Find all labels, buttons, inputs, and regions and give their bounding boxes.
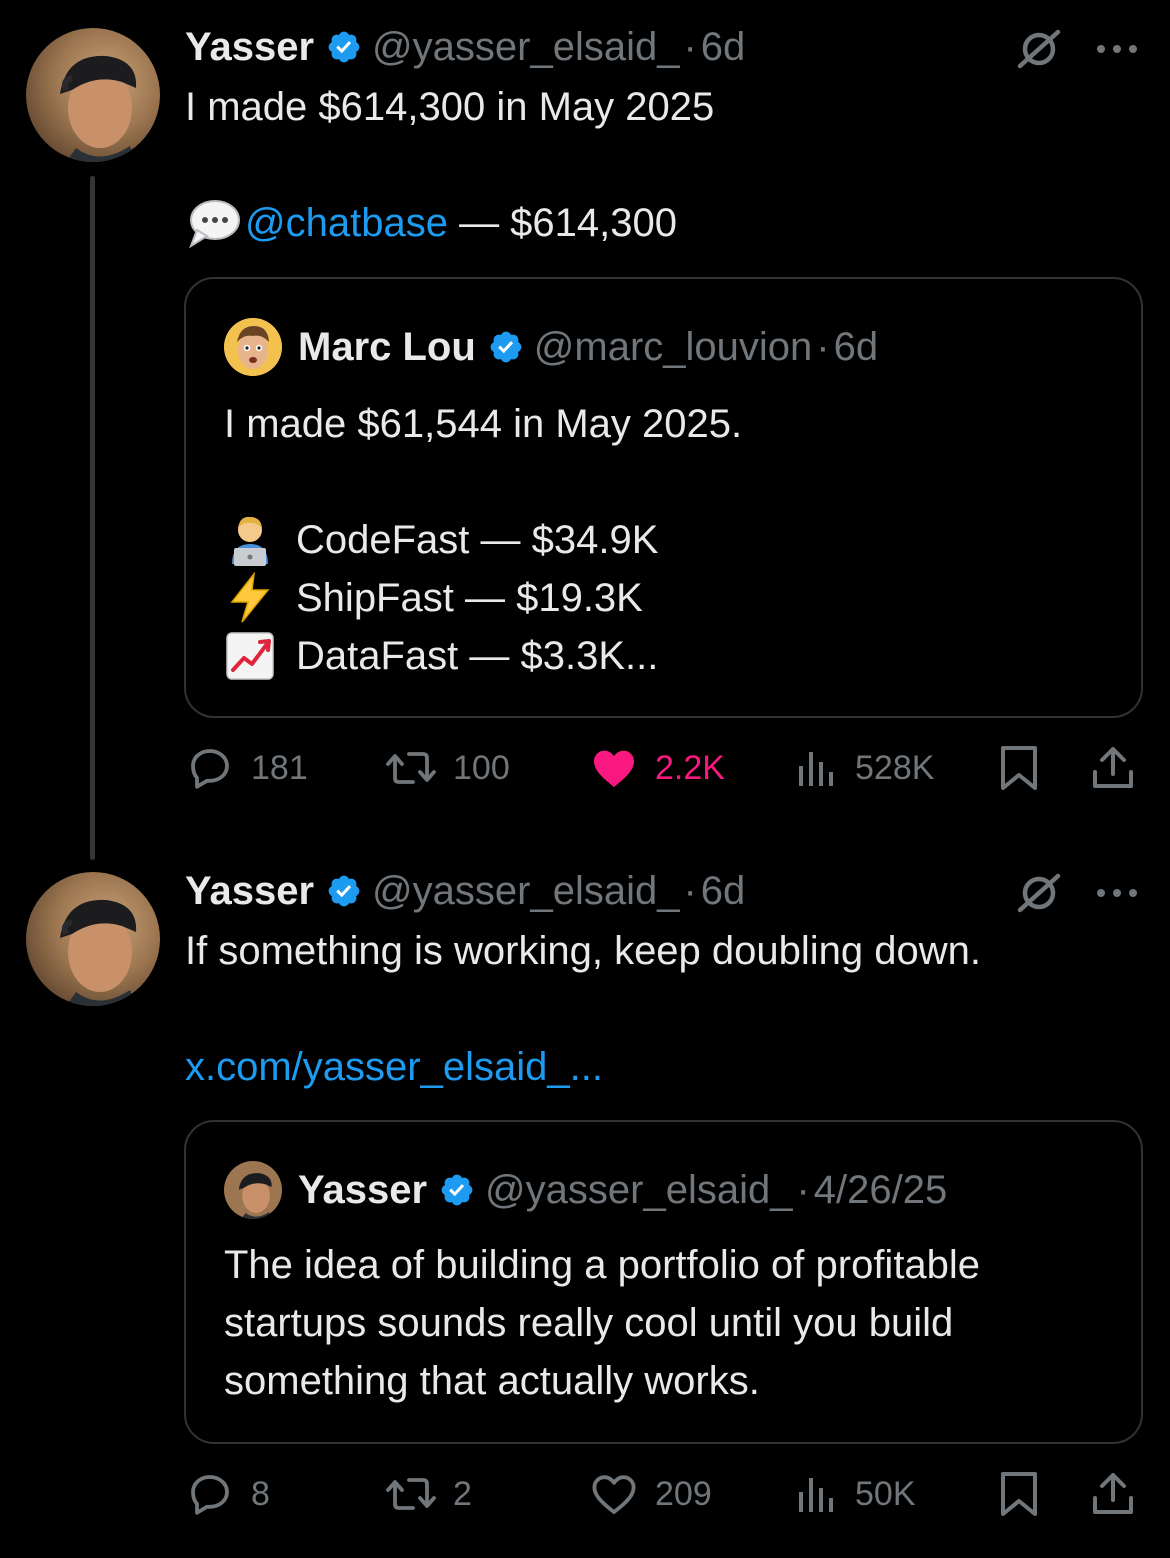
- reply-count: 181: [251, 748, 308, 787]
- tweet-text-rest: — $614,300: [447, 201, 678, 245]
- like-button[interactable]: 2.2K: [589, 738, 725, 798]
- timeline: Yasser @yasser_elsaid_ · 6d I made $614,…: [0, 0, 1170, 1558]
- separator-dot: ·: [683, 24, 697, 69]
- quoted-avatar: [224, 318, 282, 376]
- reply-button[interactable]: 8: [187, 1464, 270, 1524]
- reply-button[interactable]: 181: [187, 738, 308, 798]
- thread-line: [90, 176, 95, 860]
- tweet-actions: 8 2 209 50K: [185, 1464, 1145, 1524]
- author-handle[interactable]: @yasser_elsaid_: [372, 869, 679, 914]
- bookmark-icon: [1001, 1472, 1037, 1516]
- list-item-text: ShipFast — $19.3K: [296, 576, 643, 620]
- quoted-text-line: startups sounds really cool until you bu…: [224, 1301, 954, 1345]
- quoted-tweet-time[interactable]: 4/26/25: [814, 1168, 947, 1213]
- repost-button[interactable]: 100: [385, 738, 510, 798]
- author-name[interactable]: Yasser: [185, 869, 314, 914]
- grok-icon[interactable]: [1014, 24, 1064, 74]
- quoted-tweet-header: Yasser @yasser_elsaid_ · 4/26/25: [224, 1160, 947, 1220]
- heart-filled-icon: [594, 750, 634, 787]
- repost-count: 100: [453, 748, 510, 787]
- quoted-tweet-time[interactable]: 6d: [834, 325, 879, 370]
- quoted-text-line: I made $61,544 in May 2025.: [224, 402, 743, 446]
- list-item: ShipFast — $19.3K: [224, 569, 742, 627]
- views-icon: [799, 752, 833, 786]
- share-icon: [1093, 1473, 1133, 1514]
- quoted-tweet[interactable]: Yasser @yasser_elsaid_ · 4/26/25 The ide…: [184, 1120, 1143, 1444]
- reply-icon: [191, 749, 229, 789]
- tweet-header: Yasser @yasser_elsaid_ · 6d: [185, 866, 745, 916]
- share-icon: [1093, 747, 1133, 788]
- technologist-emoji: [232, 516, 268, 566]
- quoted-tweet[interactable]: Marc Lou @marc_louvion · 6d I made $61,5…: [184, 277, 1143, 718]
- heart-outline-icon: [592, 1475, 636, 1514]
- repost-button[interactable]: 2: [385, 1464, 472, 1524]
- views-button[interactable]: 528K: [795, 738, 934, 798]
- verified-badge-icon: [441, 1174, 473, 1206]
- repost-icon: [386, 1478, 436, 1510]
- avatar[interactable]: [26, 872, 160, 1006]
- tweet-actions: 181 100 2.2K 528K: [185, 738, 1145, 798]
- quoted-author-name[interactable]: Yasser: [298, 1168, 427, 1213]
- chart-increasing-emoji: [226, 632, 274, 680]
- reply-icon: [191, 1475, 229, 1515]
- quoted-avatar: [224, 1161, 282, 1219]
- more-options-icon[interactable]: [1094, 886, 1140, 900]
- grok-icon[interactable]: [1014, 868, 1064, 918]
- share-button[interactable]: [1089, 738, 1153, 798]
- quoted-tweet-header: Marc Lou @marc_louvion · 6d: [224, 317, 878, 377]
- quoted-text-line: The idea of building a portfolio of prof…: [224, 1243, 981, 1287]
- separator-dot: ·: [683, 868, 697, 913]
- verified-badge-icon: [328, 31, 360, 63]
- bookmark-button[interactable]: [997, 1464, 1057, 1524]
- quoted-author-name[interactable]: Marc Lou: [298, 325, 476, 370]
- tweet-header: Yasser @yasser_elsaid_ · 6d: [185, 22, 745, 72]
- bookmark-icon: [1001, 746, 1037, 790]
- views-icon: [799, 1478, 833, 1512]
- reply-count: 8: [251, 1474, 270, 1513]
- view-count: 528K: [855, 748, 935, 787]
- list-item: CodeFast — $34.9K: [224, 511, 742, 569]
- share-button[interactable]: [1089, 1464, 1153, 1524]
- tweet-text-line: If something is working, keep doubling d…: [185, 929, 982, 973]
- repost-count: 2: [453, 1474, 472, 1513]
- quoted-author-handle[interactable]: @marc_louvion: [534, 325, 813, 370]
- view-count: 50K: [855, 1474, 916, 1513]
- verified-badge-icon: [490, 331, 522, 363]
- tweet-text: If something is working, keep doubling d…: [185, 922, 981, 1096]
- quoted-tweet-text: The idea of building a portfolio of prof…: [224, 1236, 980, 1410]
- tweet-text-line: I made $614,300 in May 2025: [185, 85, 715, 129]
- tweet-time[interactable]: 6d: [701, 25, 746, 70]
- like-button[interactable]: 209: [589, 1464, 712, 1524]
- tweet[interactable]: Yasser @yasser_elsaid_ · 6d If something…: [0, 860, 1170, 1558]
- tweet[interactable]: Yasser @yasser_elsaid_ · 6d I made $614,…: [0, 0, 1170, 860]
- tweet-time[interactable]: 6d: [701, 869, 746, 914]
- quoted-author-handle[interactable]: @yasser_elsaid_: [485, 1168, 792, 1213]
- author-handle[interactable]: @yasser_elsaid_: [372, 25, 679, 70]
- list-item-text: CodeFast — $34.9K: [296, 518, 659, 562]
- avatar[interactable]: [26, 28, 160, 162]
- repost-icon: [386, 752, 436, 784]
- list-item: DataFast — $3.3K...: [224, 627, 742, 685]
- quoted-tweet-text: I made $61,544 in May 2025. CodeFast — $…: [224, 395, 742, 685]
- bookmark-button[interactable]: [997, 738, 1057, 798]
- list-item-text: DataFast — $3.3K...: [296, 634, 659, 678]
- verified-badge-icon: [328, 875, 360, 907]
- views-button[interactable]: 50K: [795, 1464, 916, 1524]
- lightning-emoji: [230, 572, 270, 623]
- like-count: 2.2K: [655, 748, 725, 787]
- author-name[interactable]: Yasser: [185, 25, 314, 70]
- more-options-icon[interactable]: [1094, 42, 1140, 56]
- tweet-text: I made $614,300 in May 2025 @chatbase — …: [185, 78, 714, 252]
- tweet-link[interactable]: x.com/yasser_elsaid_...: [185, 1038, 981, 1096]
- speech-bubble-emoji: [189, 200, 240, 249]
- separator-dot: ·: [796, 1167, 810, 1212]
- quoted-text-line: something that actually works.: [224, 1359, 760, 1403]
- like-count: 209: [655, 1474, 712, 1513]
- mention-link[interactable]: @chatbase: [245, 194, 448, 252]
- separator-dot: ·: [816, 324, 830, 369]
- tweet-text-line: @chatbase — $614,300: [185, 194, 714, 252]
